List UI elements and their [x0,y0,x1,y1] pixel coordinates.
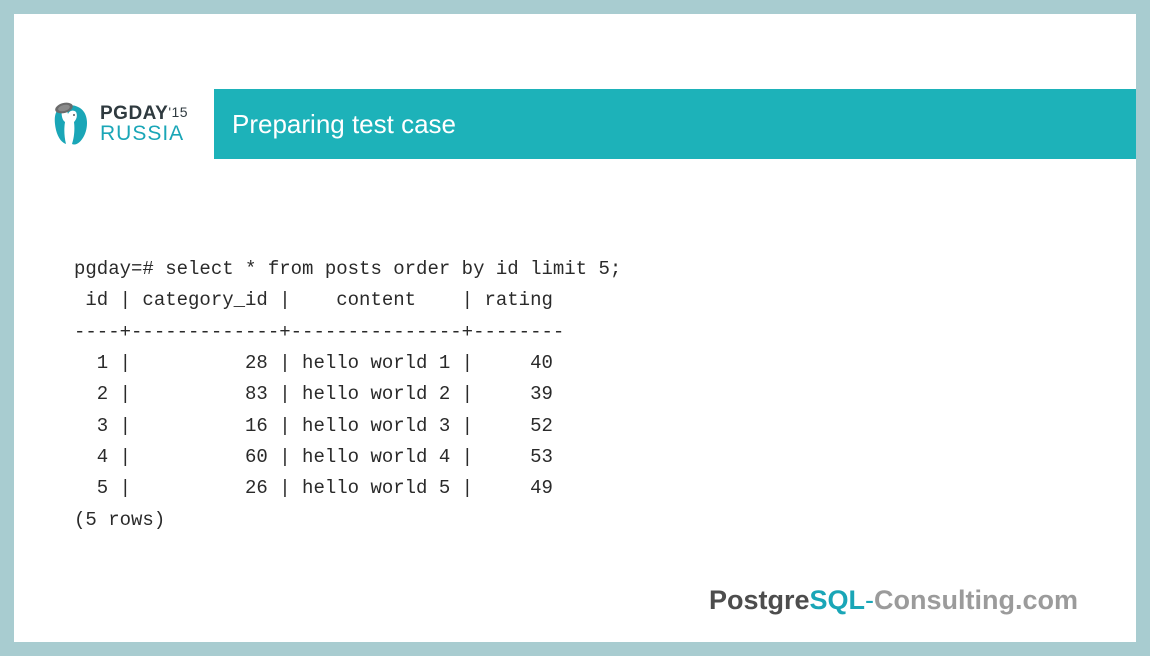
brand-part: .com [1015,585,1078,615]
event-logo: PGDAY'15 RUSSIA [14,89,214,159]
sql-row: 2 | 83 | hello world 2 | 39 [74,383,553,405]
footer-branding: PostgreSQL-Consulting.com [709,585,1078,616]
sql-separator: ----+-------------+---------------+-----… [74,321,564,343]
sql-row: 4 | 60 | hello world 4 | 53 [74,446,553,468]
slide-title: Preparing test case [232,109,456,140]
sql-query: pgday=# select * from posts order by id … [74,258,621,280]
slide: PGDAY'15 RUSSIA Preparing test case pgda… [14,14,1136,642]
sql-row: 5 | 26 | hello world 5 | 49 [74,477,553,499]
sql-header: id | category_id | content | rating [74,289,553,311]
elephant-icon [50,100,92,148]
brand-part: Consulting [874,585,1015,615]
brand-part: - [865,585,874,615]
brand-part: SQL [809,585,865,615]
brand-part: Postgre [709,585,810,615]
title-bar: Preparing test case [214,89,1136,159]
sql-row: 1 | 28 | hello world 1 | 40 [74,352,553,374]
sql-output: pgday=# select * from posts order by id … [74,254,1076,536]
sql-footer: (5 rows) [74,509,165,531]
logo-text: PGDAY'15 RUSSIA [100,104,188,144]
slide-header: PGDAY'15 RUSSIA Preparing test case [14,89,1136,159]
logo-line1: PGDAY'15 [100,104,188,123]
slide-content: pgday=# select * from posts order by id … [74,254,1076,536]
logo-line2: RUSSIA [100,123,188,144]
sql-row: 3 | 16 | hello world 3 | 52 [74,415,553,437]
